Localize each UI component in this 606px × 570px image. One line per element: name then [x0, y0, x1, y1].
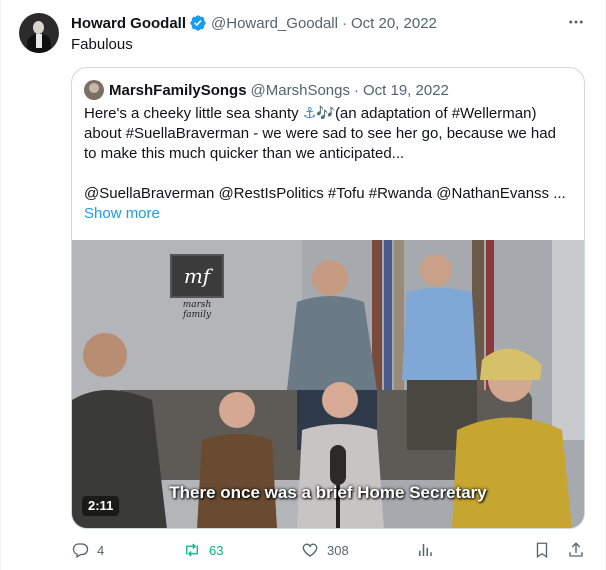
author-display-name[interactable]: Howard Goodall: [71, 15, 186, 32]
marsh-family-logo: mf marsh family: [169, 254, 225, 320]
tweet-date[interactable]: Oct 20, 2022: [351, 15, 437, 32]
quoted-author-handle: @MarshSongs: [250, 81, 350, 99]
verified-badge-icon: [189, 14, 207, 32]
like-count: 308: [327, 542, 349, 558]
author-handle[interactable]: @Howard_Goodall: [211, 15, 338, 32]
share-button[interactable]: [567, 540, 593, 560]
quoted-text-line: @SuellaBraverman @RestIsPolitics #Tofu #…: [84, 185, 566, 202]
bookmark-button[interactable]: [533, 540, 559, 560]
anchor-music-emoji: ⚓🎶: [302, 105, 335, 122]
share-icon: [569, 542, 583, 557]
tweet-actions-bar: 4 63 308: [71, 540, 587, 560]
retweet-count: 63: [209, 542, 224, 558]
more-horizontal-icon: [569, 20, 583, 24]
separator-dot: ·: [341, 14, 347, 32]
separator-dot: ·: [353, 81, 359, 99]
video-duration-badge: 2:11: [82, 496, 120, 516]
quoted-tweet-text: Here's a cheeky little sea shanty ⚓🎶(an …: [84, 104, 576, 224]
more-options-button[interactable]: [565, 12, 587, 32]
video-player[interactable]: mf marsh family There once was a brief H…: [72, 240, 584, 528]
retweet-button[interactable]: 63: [183, 540, 223, 560]
reply-icon: [72, 543, 89, 558]
quoted-text-segment: Here's a cheeky little sea shanty: [84, 105, 303, 122]
quoted-text-line: Here's a cheeky little sea shanty ⚓🎶(an …: [84, 104, 576, 124]
tweet-header: Howard Goodall @Howard_Goodall · Oct 20,…: [71, 13, 437, 33]
bookmark-icon: [536, 542, 548, 559]
quoted-tweet[interactable]: MarshFamilySongs @MarshSongs · Oct 19, 2…: [71, 67, 585, 529]
avatar-head: [33, 21, 44, 34]
quoted-tweet-date: Oct 19, 2022: [362, 81, 449, 99]
avatar-shirt: [36, 34, 42, 48]
quoted-text-line: about #SuellaBraverman - we were sad to …: [84, 125, 556, 142]
quoted-text-segment: (an adaptation of #Wellerman): [334, 105, 537, 122]
quoted-tweet-header: MarshFamilySongs @MarshSongs · Oct 19, 2…: [84, 80, 449, 100]
reply-count: 4: [97, 542, 105, 558]
tweet-text: Fabulous: [71, 36, 133, 53]
quoted-author-avatar: [84, 80, 104, 100]
tweet-card[interactable]: Howard Goodall @Howard_Goodall · Oct 20,…: [0, 0, 606, 570]
like-button[interactable]: 308: [301, 540, 349, 560]
logo-subtitle: marsh family: [182, 300, 212, 320]
author-avatar[interactable]: [19, 13, 59, 53]
views-icon: [419, 544, 432, 556]
quoted-author-display-name: MarshFamilySongs: [109, 81, 247, 99]
reply-button[interactable]: 4: [71, 540, 104, 560]
like-icon: [302, 543, 318, 557]
video-caption: There once was a brief Home Secretary: [169, 483, 487, 502]
show-more-link[interactable]: Show more: [84, 205, 160, 222]
logo-mark: mf: [170, 254, 224, 298]
views-button[interactable]: [416, 540, 442, 560]
retweet-icon: [186, 543, 198, 557]
quoted-text-line: to make this much quicker than we antici…: [84, 145, 405, 162]
